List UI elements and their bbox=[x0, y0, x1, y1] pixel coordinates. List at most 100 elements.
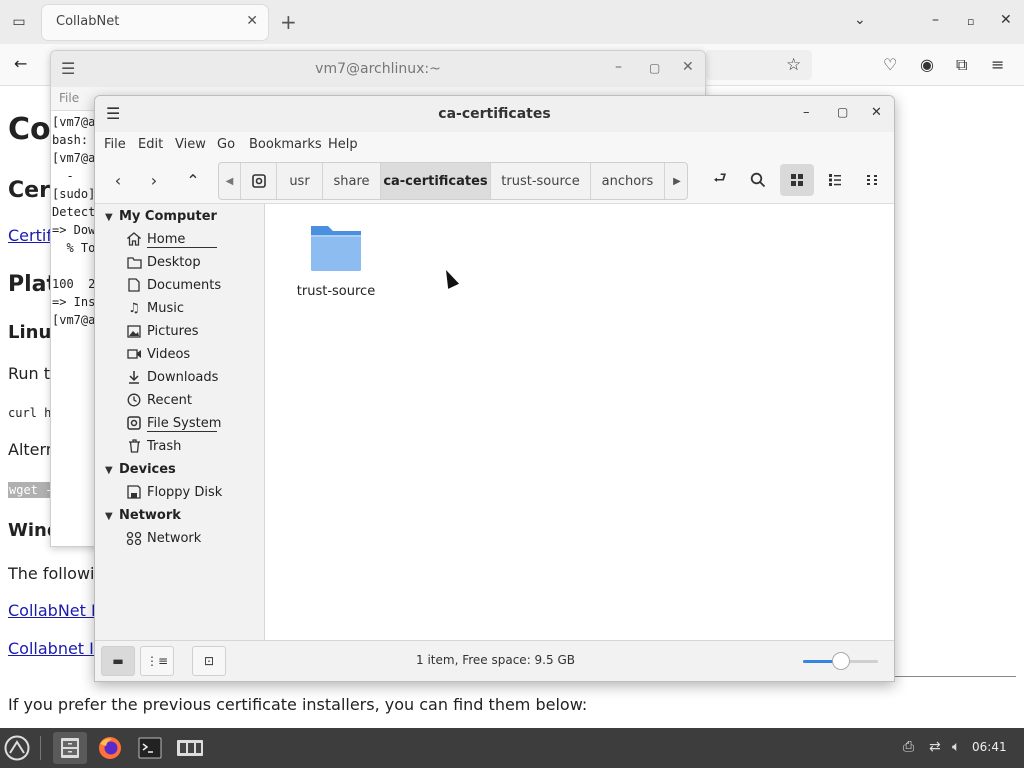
list-view-icon[interactable] bbox=[818, 164, 852, 196]
sidebar-item-recent[interactable]: Recent bbox=[125, 390, 192, 410]
sidebar-item-label: Home bbox=[147, 231, 186, 247]
sidebar-item-file-system[interactable]: File System bbox=[125, 413, 221, 433]
wget-code: wget - bbox=[8, 482, 54, 498]
up-icon[interactable]: ⌃ bbox=[178, 166, 208, 194]
sidebar-item-pictures[interactable]: Pictures bbox=[125, 321, 198, 341]
maximize-icon[interactable]: ▫ bbox=[967, 15, 974, 28]
terminal-menu-file[interactable]: File bbox=[59, 91, 79, 105]
bookmark-star-icon[interactable]: ☆ bbox=[786, 55, 801, 75]
floppy-icon bbox=[125, 484, 143, 500]
menubar: File Edit View Go Bookmarks Help bbox=[95, 132, 894, 156]
toggle-location-icon[interactable]: ⮐ bbox=[703, 164, 737, 196]
breadcrumb-right-arrow-icon[interactable]: ▶ bbox=[665, 163, 687, 199]
close-icon[interactable]: ✕ bbox=[871, 105, 882, 120]
breadcrumb-ca-certificates[interactable]: ca-certificates bbox=[381, 163, 491, 199]
sidebar-item-label: Videos bbox=[147, 346, 191, 362]
certificate-link[interactable]: Certif bbox=[8, 226, 52, 245]
printer-icon[interactable]: ⎙ bbox=[903, 739, 914, 755]
home-icon bbox=[125, 231, 143, 247]
drive-icon bbox=[125, 415, 143, 431]
sidebar-item-music[interactable]: ♫ Music bbox=[125, 298, 184, 318]
curl-code: curl h bbox=[8, 406, 52, 420]
account-icon[interactable]: ◉ bbox=[920, 55, 934, 74]
browser-tab[interactable]: CollabNet ✕ bbox=[42, 5, 268, 40]
menu-bookmarks[interactable]: Bookmarks bbox=[249, 137, 322, 152]
sidebar-item-downloads[interactable]: Downloads bbox=[125, 367, 218, 387]
sidebar-item-floppy-disk[interactable]: Floppy Disk bbox=[125, 482, 222, 502]
menu-go[interactable]: Go bbox=[217, 137, 235, 152]
file-manager-window[interactable]: ☰ ca-certificates – ▢ ✕ File Edit View G… bbox=[94, 95, 895, 682]
close-icon[interactable]: ✕ bbox=[1000, 12, 1012, 28]
collabnet-installer-link-2[interactable]: Collabnet Ir bbox=[8, 639, 100, 658]
firefox-icon[interactable] bbox=[93, 732, 127, 764]
hamburger-menu-icon[interactable]: ≡ bbox=[991, 55, 1004, 74]
back-icon[interactable]: ‹ bbox=[103, 166, 133, 194]
minimize-icon[interactable]: – bbox=[615, 59, 622, 75]
breadcrumb-usr[interactable]: usr bbox=[277, 163, 323, 199]
network-status-icon[interactable]: ⇄ bbox=[929, 739, 941, 755]
trash-icon bbox=[125, 438, 143, 454]
breadcrumb: ◀ usr share ca-certificates trust-source… bbox=[218, 162, 688, 200]
terminal-taskbar-icon[interactable] bbox=[133, 732, 167, 764]
minimize-icon[interactable]: – bbox=[932, 12, 939, 28]
file-manager-titlebar[interactable]: ☰ ca-certificates – ▢ ✕ bbox=[95, 96, 894, 132]
sidebar-item-network[interactable]: Network bbox=[125, 528, 201, 548]
sidebar-item-label: Floppy Disk bbox=[147, 484, 223, 500]
sidebar-section-my-computer[interactable]: ▼ My Computer bbox=[105, 209, 217, 224]
zoom-slider[interactable] bbox=[803, 652, 878, 670]
sidebar-item-documents[interactable]: Documents bbox=[125, 275, 221, 295]
menu-edit[interactable]: Edit bbox=[138, 137, 163, 152]
folder-icon bbox=[311, 226, 361, 271]
pocket-icon[interactable]: ♡ bbox=[883, 55, 897, 74]
breadcrumb-anchors[interactable]: anchors bbox=[591, 163, 665, 199]
icon-view-icon[interactable] bbox=[780, 164, 814, 196]
menu-help[interactable]: Help bbox=[328, 137, 358, 152]
clock[interactable]: 06:41 bbox=[972, 740, 1007, 754]
file-view[interactable]: trust-source bbox=[266, 204, 894, 642]
maximize-icon[interactable]: ▢ bbox=[837, 105, 848, 119]
zoom-slider-handle[interactable] bbox=[831, 652, 850, 670]
sidebar-item-label: Pictures bbox=[147, 323, 199, 339]
forward-icon[interactable]: › bbox=[139, 166, 169, 194]
breadcrumb-trust-source[interactable]: trust-source bbox=[491, 163, 591, 199]
sidebar-section-devices[interactable]: ▼ Devices bbox=[105, 462, 176, 477]
back-arrow-icon[interactable]: ← bbox=[14, 54, 27, 73]
sidebar-section-network[interactable]: ▼ Network bbox=[105, 508, 181, 523]
folder-item[interactable]: trust-source bbox=[296, 220, 376, 299]
sidebar-item-home[interactable]: Home bbox=[125, 229, 185, 249]
terminal-titlebar[interactable]: ☰ vm7@archlinux:~ – ▢ ✕ bbox=[51, 51, 705, 87]
new-tab-button[interactable]: + bbox=[280, 10, 297, 34]
extensions-icon[interactable]: ⧉ bbox=[956, 55, 967, 75]
menu-view[interactable]: View bbox=[175, 137, 206, 152]
collapse-triangle-icon: ▼ bbox=[105, 511, 113, 522]
menu-file[interactable]: File bbox=[104, 137, 126, 152]
search-icon[interactable] bbox=[741, 164, 775, 196]
file-manager-taskbar-icon[interactable] bbox=[53, 732, 87, 764]
installer-taskbar-icon[interactable] bbox=[173, 732, 207, 764]
terminal-title: vm7@archlinux:~ bbox=[315, 61, 441, 77]
breadcrumb-share[interactable]: share bbox=[323, 163, 381, 199]
sidebar-item-label: Trash bbox=[147, 438, 182, 454]
root-drive-icon[interactable] bbox=[241, 163, 277, 199]
app-menu-icon[interactable] bbox=[0, 732, 34, 764]
sidebar-item-desktop[interactable]: Desktop bbox=[125, 252, 201, 272]
minimize-icon[interactable]: – bbox=[803, 105, 810, 120]
tab-list-icon[interactable]: ▭ bbox=[8, 11, 30, 33]
sidebar-item-videos[interactable]: Videos bbox=[125, 344, 190, 364]
collabnet-installer-link[interactable]: CollabNet I bbox=[8, 601, 96, 620]
maximize-icon[interactable]: ▢ bbox=[649, 61, 660, 75]
network-icon bbox=[125, 530, 143, 546]
chevron-down-icon[interactable]: ⌄ bbox=[854, 12, 866, 28]
tab-close-icon[interactable]: ✕ bbox=[246, 13, 258, 29]
alternative-text: Altern bbox=[8, 440, 56, 459]
linux-heading: Linu bbox=[8, 322, 52, 343]
breadcrumb-left-arrow-icon[interactable]: ◀ bbox=[219, 163, 241, 199]
sidebar-item-label: Music bbox=[147, 300, 184, 316]
music-icon: ♫ bbox=[128, 300, 140, 316]
volume-icon[interactable]: 🔈︎ bbox=[952, 739, 960, 755]
horizontal-rule bbox=[894, 676, 1016, 677]
close-icon[interactable]: ✕ bbox=[682, 59, 694, 75]
sidebar-item-trash[interactable]: Trash bbox=[125, 436, 181, 456]
compact-view-icon[interactable] bbox=[856, 164, 890, 196]
home-underline bbox=[147, 247, 217, 248]
